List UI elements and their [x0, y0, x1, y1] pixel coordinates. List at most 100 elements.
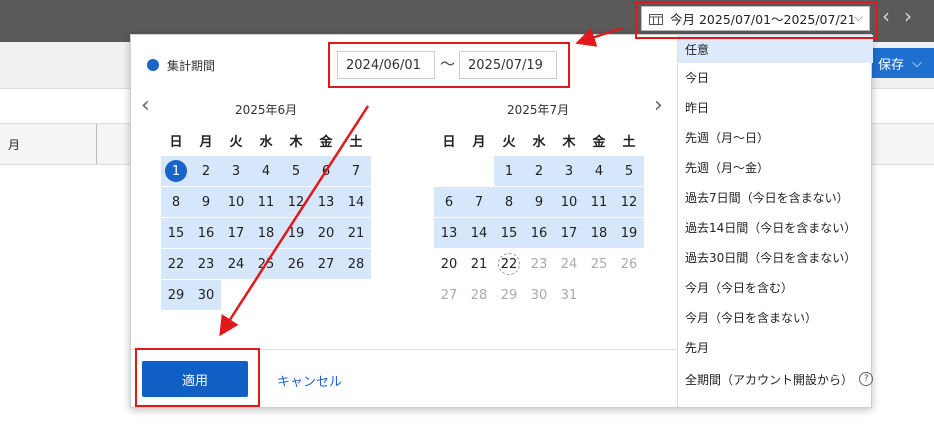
apply-button[interactable]: 適用: [142, 361, 248, 397]
calendar-day[interactable]: 27: [434, 280, 464, 310]
calendar-day[interactable]: 25: [251, 249, 281, 279]
calendar-day[interactable]: 23: [524, 249, 554, 279]
question-circle-icon[interactable]: ?: [859, 372, 873, 386]
calendar-day[interactable]: 4: [584, 156, 614, 186]
calendar-day[interactable]: 2: [191, 156, 221, 186]
calendar-day[interactable]: 1: [161, 156, 191, 186]
weekday-header: 日: [169, 134, 183, 150]
calendar-day[interactable]: 24: [221, 249, 251, 279]
calendar-day[interactable]: 7: [341, 156, 371, 186]
chevron-right-icon[interactable]: ›: [654, 95, 663, 117]
calendar-day-label: 19: [287, 225, 305, 241]
preset-item[interactable]: 今月（今日を含む）: [678, 273, 873, 301]
calendar-day[interactable]: 19: [281, 218, 311, 248]
chevron-left-icon[interactable]: ‹: [882, 6, 890, 26]
calendar-day-label: 6: [321, 163, 331, 179]
preset-item[interactable]: 任意: [678, 35, 873, 63]
calendar-day[interactable]: 22: [494, 249, 524, 279]
calendar-day[interactable]: 16: [524, 218, 554, 248]
calendar-day[interactable]: 9: [191, 187, 221, 217]
calendar-day[interactable]: 1: [494, 156, 524, 186]
preset-item[interactable]: 先週（月〜金）: [678, 153, 873, 181]
calendar-day[interactable]: 15: [494, 218, 524, 248]
calendar-day-label: 22: [167, 256, 185, 272]
calendar-day[interactable]: 20: [311, 218, 341, 248]
calendar-day[interactable]: 5: [614, 156, 644, 186]
calendar-day-label: 27: [440, 287, 458, 303]
preset-item[interactable]: 先週（月〜日）: [678, 123, 873, 151]
calendar-day[interactable]: 10: [221, 187, 251, 217]
date-range-selector[interactable]: 今月 2025/07/01〜2025/07/21 ⌵: [641, 6, 870, 31]
calendar-day[interactable]: 13: [311, 187, 341, 217]
calendar-day-label: 30: [197, 287, 215, 303]
calendar-day[interactable]: 21: [341, 218, 371, 248]
calendar-day[interactable]: 15: [161, 218, 191, 248]
calendar-day[interactable]: 26: [281, 249, 311, 279]
start-date-input[interactable]: 2024/06/01: [337, 51, 435, 79]
calendar-day[interactable]: 23: [191, 249, 221, 279]
preset-item[interactable]: 今月（今日を含まない）: [678, 303, 873, 331]
calendar-icon: [646, 13, 666, 25]
column-divider[interactable]: [96, 124, 97, 164]
calendar-day[interactable]: 7: [464, 187, 494, 217]
calendar-day[interactable]: 14: [464, 218, 494, 248]
calendar-day[interactable]: 29: [494, 280, 524, 310]
calendar-day[interactable]: 16: [191, 218, 221, 248]
end-date-input[interactable]: 2025/07/19: [459, 51, 557, 79]
calendar-day[interactable]: 11: [584, 187, 614, 217]
column-header-month[interactable]: 月: [8, 136, 20, 153]
calendar-day[interactable]: 21: [464, 249, 494, 279]
calendar-day[interactable]: 3: [554, 156, 584, 186]
calendar-day[interactable]: 17: [554, 218, 584, 248]
calendar-day[interactable]: 30: [191, 280, 221, 310]
calendar-day[interactable]: 11: [251, 187, 281, 217]
calendar-day[interactable]: 14: [341, 187, 371, 217]
calendar-day[interactable]: 6: [311, 156, 341, 186]
chevron-left-icon[interactable]: ‹: [141, 95, 150, 117]
calendar-day[interactable]: 13: [434, 218, 464, 248]
calendar-day[interactable]: 5: [281, 156, 311, 186]
calendar-day[interactable]: 28: [464, 280, 494, 310]
save-button[interactable]: 保存 ⌵: [872, 48, 934, 78]
calendar-day-label: 12: [287, 194, 305, 210]
chevron-down-icon: ⌵: [912, 55, 922, 71]
calendar-day[interactable]: 4: [251, 156, 281, 186]
calendar-day-label: 8: [504, 194, 514, 210]
calendar-day[interactable]: 30: [524, 280, 554, 310]
calendar-day[interactable]: 18: [251, 218, 281, 248]
calendar-day[interactable]: 12: [281, 187, 311, 217]
calendar-day[interactable]: 25: [584, 249, 614, 279]
calendar-day-label: 21: [470, 256, 488, 272]
calendar-day[interactable]: 18: [584, 218, 614, 248]
calendar-day[interactable]: 24: [554, 249, 584, 279]
period-radio-icon[interactable]: [147, 59, 159, 71]
calendar-day[interactable]: 6: [434, 187, 464, 217]
calendar-day[interactable]: 27: [311, 249, 341, 279]
calendar-day[interactable]: 10: [554, 187, 584, 217]
calendar-day-label: 15: [500, 225, 518, 241]
calendar-day[interactable]: 26: [614, 249, 644, 279]
calendar-day[interactable]: 3: [221, 156, 251, 186]
preset-item[interactable]: 先月: [678, 333, 873, 361]
preset-item[interactable]: 過去7日間（今日を含まない）: [678, 183, 873, 211]
weekday-header: 金: [319, 134, 333, 150]
preset-item-all-time[interactable]: 全期間（アカウント開設から） ?: [678, 365, 873, 393]
calendar-day[interactable]: 9: [524, 187, 554, 217]
calendar-day[interactable]: 20: [434, 249, 464, 279]
preset-item[interactable]: 今日: [678, 63, 873, 91]
calendar-day[interactable]: 17: [221, 218, 251, 248]
calendar-day[interactable]: 2: [524, 156, 554, 186]
calendar-day[interactable]: 29: [161, 280, 191, 310]
chevron-right-icon[interactable]: ›: [904, 6, 912, 26]
calendar-day[interactable]: 31: [554, 280, 584, 310]
calendar-day[interactable]: 28: [341, 249, 371, 279]
preset-item[interactable]: 過去14日間（今日を含まない）: [678, 213, 873, 241]
calendar-day[interactable]: 22: [161, 249, 191, 279]
cancel-button[interactable]: キャンセル: [277, 371, 342, 390]
preset-item[interactable]: 過去30日間（今日を含まない）: [678, 243, 873, 271]
calendar-day[interactable]: 8: [494, 187, 524, 217]
calendar-day[interactable]: 8: [161, 187, 191, 217]
calendar-day[interactable]: 12: [614, 187, 644, 217]
preset-item[interactable]: 昨日: [678, 93, 873, 121]
calendar-day[interactable]: 19: [614, 218, 644, 248]
